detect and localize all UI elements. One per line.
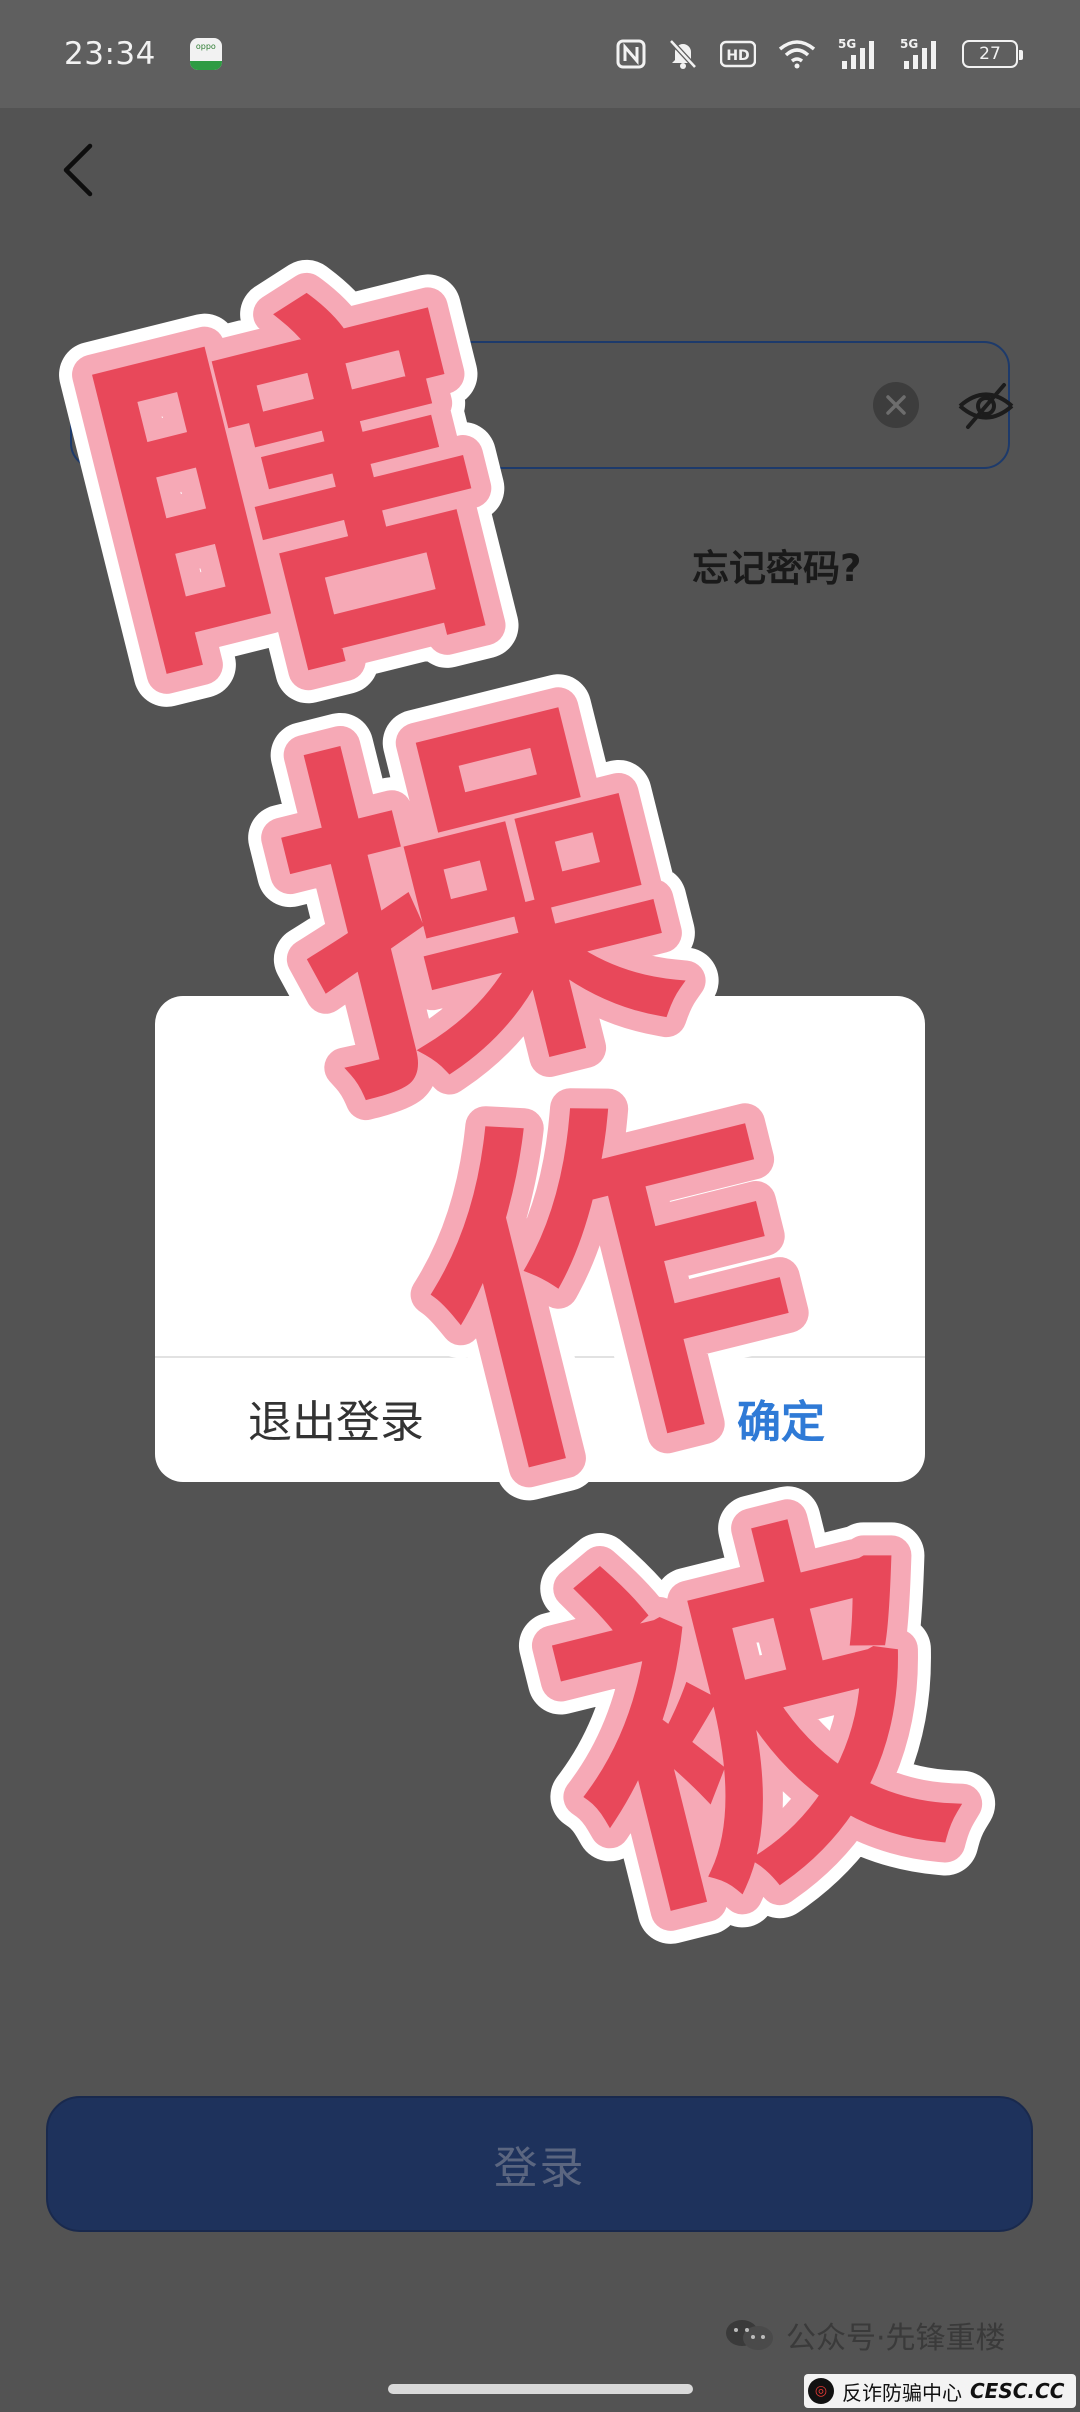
status-right: HD 5G 5G 27 [616,37,1023,71]
status-left: 23:34 oppo [64,36,222,72]
password-field[interactable] [70,341,1014,469]
sticker-char: 瞎 [58,238,534,760]
hd-label: HD [726,48,749,64]
alert-dialog: 提示 退出登录 确定 [155,996,925,1482]
5g-signal-icon: 5G [838,37,878,71]
login-button[interactable]: 登录 [46,2096,1033,2232]
wifi-icon [778,39,816,69]
sticker-char-outline: 被 [521,1470,984,1977]
5g-signal-icon-2: 5G [900,37,940,71]
login-label: 登录 [493,2143,586,2194]
back-button[interactable] [56,140,100,200]
watermark: 公众号·先锋重楼 [724,2313,1006,2357]
dialog-divider [155,1356,925,1358]
gesture-bar[interactable] [388,2384,693,2394]
nfc-icon [616,39,646,69]
status-time: 23:34 [64,36,156,72]
eye-off-icon[interactable] [956,379,1016,437]
clear-icon[interactable] [872,381,920,433]
password-input[interactable] [162,363,842,447]
sticker-char: 被 [521,1470,984,1977]
hd-icon: HD [720,40,756,68]
logout-button[interactable]: 退出登录 [248,1386,424,1450]
lock-icon [112,387,146,431]
network-label-2: 5G [900,37,918,51]
mute-icon [668,38,698,70]
badge-domain: CESC.CC [970,2379,1065,2403]
sticker-char-outline: 瞎 [58,238,534,760]
network-label: 5G [838,37,856,51]
forgot-password-link[interactable]: 忘记密码? [692,538,861,592]
chevron-left-icon [63,143,93,197]
notification-app-icon: oppo [189,38,222,70]
watermark-text: 公众号·先锋重楼 [786,2321,1006,2356]
wechat-icon [726,2320,773,2350]
status-bar: 23:34 oppo HD 5G 5G 27 [0,0,1080,108]
dialog-title: 提示 [500,1098,580,1144]
battery-level: 27 [979,44,1001,64]
notification-app-label: oppo [195,42,216,51]
confirm-button[interactable]: 确定 [737,1386,825,1450]
battery-icon: 27 [962,40,1023,68]
source-badge: ◎ 反诈防骗中心 CESC.CC [804,2374,1077,2408]
badge-label: 反诈防骗中心 [842,2380,962,2405]
badge-logo-icon: ◎ [808,2378,834,2404]
